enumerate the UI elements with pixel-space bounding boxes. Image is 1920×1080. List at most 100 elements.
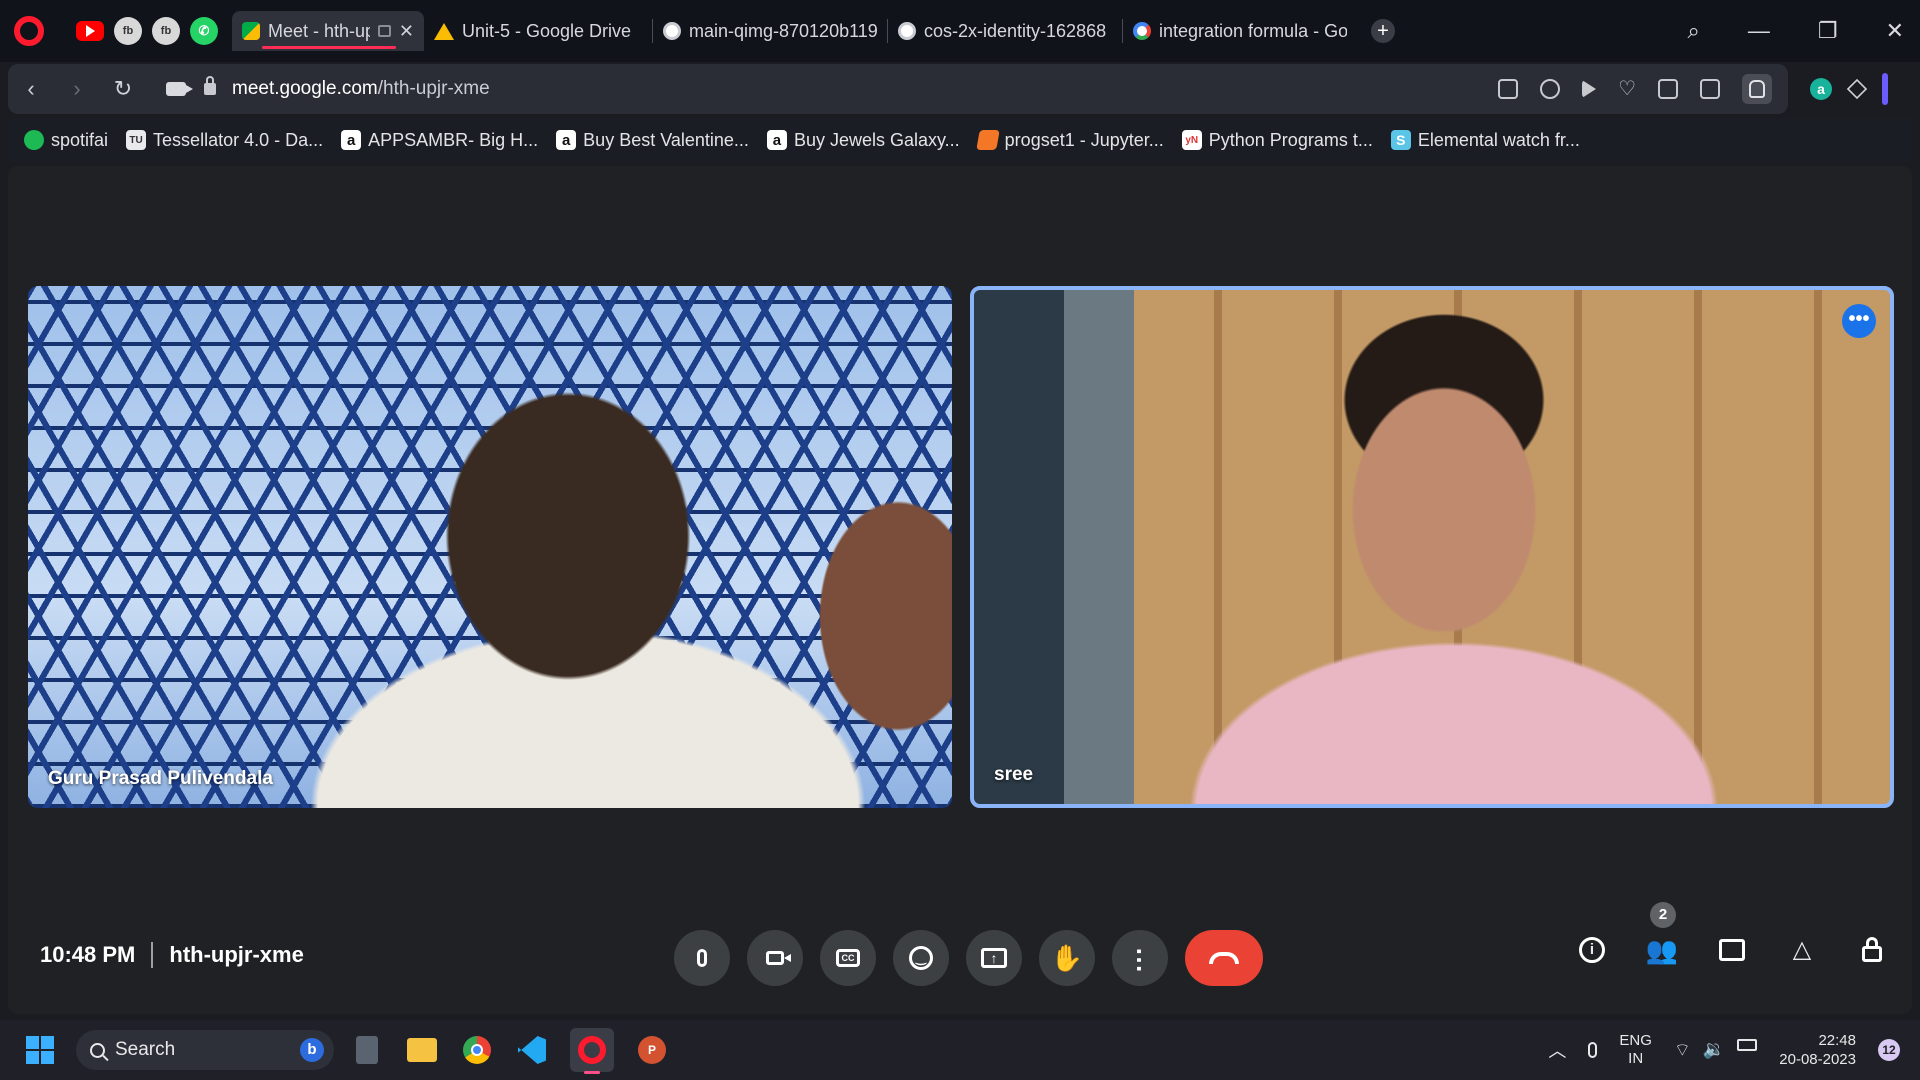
raise-hand-button[interactable]: ✋: [1039, 930, 1095, 986]
clock[interactable]: 22:48 20-08-2023: [1779, 1031, 1856, 1069]
sidebar-toggle-icon[interactable]: [1882, 73, 1888, 105]
tab-title: Meet - hth-upjr-x: [268, 20, 370, 41]
snapshot-icon[interactable]: [1540, 79, 1561, 99]
download-icon[interactable]: [1658, 79, 1678, 99]
reload-icon[interactable]: ↻: [100, 76, 146, 102]
tab-title: integration formula - Go: [1159, 20, 1347, 41]
forward-icon[interactable]: ›: [54, 76, 100, 102]
people-button[interactable]: 2 👥: [1642, 902, 1682, 970]
easy-setup-icon[interactable]: [1700, 79, 1720, 99]
heart-icon[interactable]: ♡: [1618, 79, 1636, 99]
taskbar-search[interactable]: Search b: [76, 1030, 334, 1070]
participant-tile[interactable]: Guru Prasad Pulivendala: [28, 286, 952, 808]
fb-profile-icon[interactable]: fb: [114, 17, 142, 45]
activities-button[interactable]: △: [1782, 930, 1822, 970]
input-language[interactable]: ENG IN: [1619, 1032, 1652, 1068]
address-bar: ‹ › ↻ meet.google.com/hth-upjr-xme ♡: [8, 64, 1788, 114]
tab-meet[interactable]: Meet - hth-upjr-x ✕: [232, 11, 424, 51]
meeting-details: 10:48 PM hth-upjr-xme: [40, 942, 304, 968]
url-field[interactable]: meet.google.com/hth-upjr-xme: [232, 78, 1498, 100]
profile-icon[interactable]: [1742, 74, 1772, 104]
back-icon[interactable]: ‹: [8, 76, 54, 102]
quick-settings[interactable]: ⌔ 🔉: [1674, 1038, 1758, 1062]
restore-icon[interactable]: ❐: [1818, 18, 1838, 44]
popout-icon[interactable]: [377, 25, 391, 37]
participant-tile-pinned[interactable]: ••• sree: [970, 286, 1894, 808]
powerpoint-icon: P: [638, 1036, 666, 1064]
lock-icon[interactable]: [204, 76, 216, 95]
activities-icon: △: [1792, 936, 1812, 963]
tessellator-icon: TU: [126, 130, 147, 150]
leave-call-button[interactable]: [1185, 930, 1263, 986]
reactions-button[interactable]: ‿: [893, 930, 949, 986]
microphone-button[interactable]: [674, 930, 730, 986]
meeting-details-button[interactable]: i: [1572, 930, 1612, 970]
divider: [151, 942, 154, 968]
microphone-icon: [697, 949, 707, 967]
show-hidden-icons-icon[interactable]: ︿: [1548, 1037, 1566, 1063]
search-tabs-icon[interactable]: ⌕: [1688, 18, 1700, 44]
camera-in-use-icon[interactable]: [166, 82, 193, 96]
bookmark-tessellator[interactable]: TU Tessellator 4.0 - Da...: [126, 130, 323, 151]
info-icon: i: [1579, 937, 1605, 963]
powerpoint-app[interactable]: P: [635, 1033, 669, 1067]
bookmark-python-programs[interactable]: yN Python Programs t...: [1181, 129, 1373, 151]
bookmark-valentine[interactable]: a Buy Best Valentine...: [556, 130, 749, 151]
bookmark-jewels-galaxy[interactable]: a Buy Jewels Galaxy...: [766, 130, 960, 151]
extension-a-icon[interactable]: a: [1810, 78, 1832, 100]
people-icon: 👥: [1645, 935, 1679, 965]
browser-tab-strip: fb fb ✆ Meet - hth-upjr-x ✕ Unit-5 - Goo…: [0, 0, 1920, 62]
more-options-button[interactable]: ⋯: [1112, 930, 1168, 986]
bookmark-label: Python Programs t...: [1208, 129, 1373, 150]
vscode-app[interactable]: [515, 1033, 549, 1067]
chat-button[interactable]: [1712, 930, 1752, 970]
tab-title: Unit-5 - Google Drive: [462, 20, 632, 41]
bing-icon[interactable]: b: [300, 1038, 324, 1062]
jupyter-icon: [975, 130, 1000, 150]
flow-icon[interactable]: [1582, 80, 1597, 98]
chrome-app[interactable]: [460, 1033, 494, 1067]
captions-button[interactable]: CC: [820, 930, 876, 986]
host-controls-button[interactable]: [1852, 930, 1892, 970]
opera-app[interactable]: [570, 1028, 614, 1074]
chrome-icon: [463, 1036, 491, 1064]
share-icon[interactable]: [1498, 79, 1519, 99]
google-meet-icon: [242, 22, 260, 40]
bookmark-progset1[interactable]: progset1 - Jupyter...: [975, 130, 1164, 151]
calculator-app[interactable]: [350, 1033, 384, 1067]
battery-icon: [1737, 1038, 1758, 1051]
present-button[interactable]: ↑: [966, 930, 1022, 986]
more-vert-icon: ⋯: [1125, 947, 1155, 969]
tab-google-drive[interactable]: Unit-5 - Google Drive: [424, 11, 652, 51]
close-tab-icon[interactable]: ✕: [399, 21, 414, 42]
extensions-cube-icon[interactable]: [1846, 78, 1868, 100]
bookmark-label: APPSAMBR- Big H...: [368, 129, 539, 150]
clock-date: 20-08-2023: [1779, 1051, 1856, 1068]
more-options-icon[interactable]: •••: [1842, 304, 1876, 338]
whatsapp-icon[interactable]: ✆: [190, 17, 218, 45]
tab-cos-identity[interactable]: cos-2x-identity-162868: [888, 11, 1122, 51]
file-explorer-app[interactable]: [405, 1033, 439, 1067]
opera-menu-icon[interactable]: [14, 16, 44, 46]
camera-button[interactable]: [747, 930, 803, 986]
taskbar-apps: P: [350, 1028, 669, 1074]
fb-profile-icon[interactable]: fb: [152, 17, 180, 45]
new-tab-button[interactable]: +: [1371, 19, 1395, 43]
bookmark-elemental-watch[interactable]: S Elemental watch fr...: [1390, 130, 1580, 151]
notification-badge[interactable]: 12: [1878, 1039, 1900, 1061]
tab-integration-formula[interactable]: integration formula - Go: [1123, 11, 1357, 51]
tab-title: cos-2x-identity-162868: [924, 20, 1107, 41]
elemental-icon: S: [1390, 130, 1411, 150]
clock-time: 22:48: [1818, 1032, 1856, 1049]
youtube-icon[interactable]: [76, 21, 104, 41]
bookmark-appsambr[interactable]: a APPSAMBR- Big H...: [341, 130, 538, 151]
windows-start-icon[interactable]: [26, 1036, 54, 1064]
calculator-icon: [356, 1036, 378, 1064]
tab-main-qimg[interactable]: main-qimg-870120b119: [653, 11, 887, 51]
address-bar-actions: ♡: [1498, 74, 1788, 104]
bookmark-spotifai[interactable]: spotifai: [24, 130, 108, 151]
microphone-in-use-icon[interactable]: [1588, 1042, 1598, 1058]
close-window-icon[interactable]: ✕: [1886, 18, 1904, 44]
opera-icon: [578, 1036, 606, 1064]
minimize-icon[interactable]: —: [1748, 18, 1770, 44]
